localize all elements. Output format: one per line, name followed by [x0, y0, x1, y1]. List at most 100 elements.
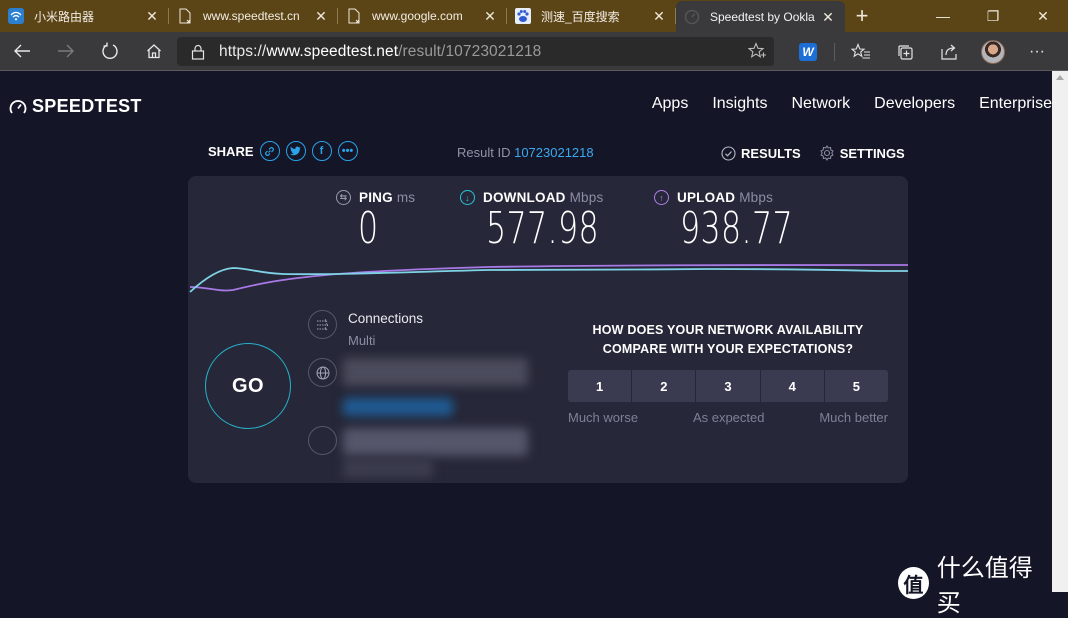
settings-more-button[interactable]: ···: [1015, 32, 1059, 71]
lock-icon[interactable]: [177, 44, 219, 60]
minimize-button[interactable]: —: [918, 0, 968, 32]
redacted-server-name: [343, 428, 528, 456]
document-icon: [346, 8, 362, 24]
tab-close-icon[interactable]: ✕: [145, 9, 159, 23]
tab-title: www.speedtest.cn: [203, 9, 300, 23]
tab-xiaomi-router[interactable]: 小米路由器 ✕: [0, 0, 169, 32]
address-bar[interactable]: https://www.speedtest.net/result/1072302…: [177, 37, 774, 66]
speedtest-logo[interactable]: SPEEDTEST: [9, 96, 142, 117]
download-graph-line: [189, 267, 908, 293]
tab-title: 小米路由器: [34, 9, 95, 24]
nav-developers[interactable]: Developers: [874, 95, 955, 113]
twitter-icon[interactable]: [285, 141, 306, 161]
speedtest-icon: [684, 9, 700, 25]
speed-graph: [189, 264, 908, 293]
site-nav: Apps Insights Network Developers Enterpr…: [628, 95, 1052, 113]
rating-low-label: Much worse: [568, 410, 639, 425]
share-button[interactable]: [927, 32, 971, 71]
facebook-icon[interactable]: f: [311, 141, 332, 161]
network-survey: HOW DOES YOUR NETWORK AVAILABILITY COMPA…: [568, 321, 889, 425]
settings-link[interactable]: SETTINGS: [819, 145, 905, 161]
ping-value: 0: [358, 203, 379, 254]
window-controls: — ❐ ✕: [918, 0, 1068, 32]
check-circle-icon: [721, 145, 736, 161]
nav-enterprise[interactable]: Enterprise: [979, 95, 1052, 113]
nav-apps[interactable]: Apps: [652, 95, 688, 113]
arrow-left-icon: [14, 44, 30, 58]
tab-close-icon[interactable]: ✕: [652, 9, 666, 23]
results-label: RESULTS: [741, 145, 801, 161]
tab-speedtest-ookla[interactable]: Speedtest by Ookla ✕: [676, 1, 845, 32]
scroll-up-arrow-icon[interactable]: [1056, 75, 1064, 80]
download-metric: ↓ DOWNLOAD Mbps 577.98: [460, 190, 643, 253]
avatar: [981, 39, 1005, 64]
rating-option-1[interactable]: 1: [568, 370, 632, 402]
connections-info: Connections Multi: [308, 310, 423, 348]
results-link[interactable]: RESULTS: [721, 146, 801, 161]
page-scrollbar[interactable]: [1052, 71, 1068, 592]
logo-text: SPEEDTEST: [32, 96, 142, 116]
refresh-icon: [102, 42, 118, 60]
ping-metric: ⇆ PING ms 0: [336, 190, 415, 253]
redacted-server-location: [343, 458, 433, 478]
back-button[interactable]: [0, 32, 44, 71]
nav-network[interactable]: Network: [791, 95, 850, 113]
connections-title: Connections: [348, 311, 424, 326]
globe-icon: [308, 358, 337, 387]
collections-icon: [898, 44, 913, 60]
upload-arrow-icon: ↑: [654, 190, 669, 205]
watermark-text: 什么值得买: [936, 555, 1033, 617]
tab-speedtest-cn[interactable]: www.speedtest.cn ✕: [169, 0, 338, 32]
rating-option-5[interactable]: 5: [824, 370, 889, 402]
collections-button[interactable]: [883, 32, 927, 71]
result-links: RESULTS SETTINGS: [721, 145, 923, 161]
rating-scale: 1 2 3 4 5: [568, 370, 889, 402]
browser-toolbar: https://www.speedtest.net/result/1072302…: [0, 32, 1068, 71]
url-path: /result/10723021218: [398, 42, 542, 60]
rating-high-label: Much better: [819, 410, 888, 425]
document-icon: [177, 8, 193, 24]
share-icon: [941, 44, 957, 60]
survey-question-line1: HOW DOES YOUR NETWORK AVAILABILITY: [592, 323, 864, 337]
share-label: SHARE: [208, 143, 254, 159]
settings-label: SETTINGS: [839, 145, 905, 161]
connections-value: Multi: [348, 333, 376, 348]
profile-button[interactable]: [971, 32, 1015, 71]
favorites-button[interactable]: [839, 32, 883, 71]
connections-arrows-icon: [308, 310, 337, 339]
rating-option-3[interactable]: 3: [696, 370, 760, 402]
result-card: ⇆ PING ms 0 ↓ DOWNLOAD Mbps 577.98 ↑ UPL…: [188, 176, 908, 483]
home-button[interactable]: [132, 32, 176, 71]
isp-info: [308, 358, 337, 387]
more-share-icon[interactable]: •••: [337, 141, 358, 161]
maximize-button[interactable]: ❐: [968, 0, 1018, 32]
tab-close-icon[interactable]: ✕: [821, 10, 835, 24]
tab-close-icon[interactable]: ✕: [483, 9, 497, 23]
tab-close-icon[interactable]: ✕: [314, 9, 328, 23]
result-id-label: Result ID: [457, 145, 511, 160]
nav-insights[interactable]: Insights: [712, 95, 767, 113]
forward-button[interactable]: [44, 32, 88, 71]
close-window-button[interactable]: ✕: [1018, 0, 1068, 32]
tab-baidu-search[interactable]: 测速_百度搜索 ✕: [507, 0, 676, 32]
share-bar: SHARE f •••: [208, 141, 358, 161]
extension-button[interactable]: W: [786, 32, 830, 71]
rating-option-4[interactable]: 4: [760, 370, 824, 402]
tab-google[interactable]: www.google.com ✕: [338, 0, 507, 32]
ping-unit: ms: [396, 190, 416, 205]
smzdm-watermark: 值 什么值得买: [898, 548, 1052, 618]
result-id-value[interactable]: 10723021218: [514, 145, 594, 160]
tab-title: www.google.com: [372, 9, 463, 23]
url-text[interactable]: https://www.speedtest.net/result/1072302…: [219, 43, 541, 61]
refresh-button[interactable]: [88, 32, 132, 71]
go-button[interactable]: GO: [205, 343, 291, 429]
server-info: [308, 426, 337, 455]
speedometer-icon: [9, 99, 27, 114]
link-icon[interactable]: [259, 141, 280, 161]
new-tab-button[interactable]: +: [845, 0, 879, 32]
url-host: www.speedtest.net: [266, 42, 399, 60]
rating-option-2[interactable]: 2: [632, 370, 696, 402]
add-favorite-star-icon[interactable]: [747, 42, 766, 65]
gear-icon: [820, 145, 834, 161]
rating-scale-labels: Much worse As expected Much better: [568, 410, 888, 425]
